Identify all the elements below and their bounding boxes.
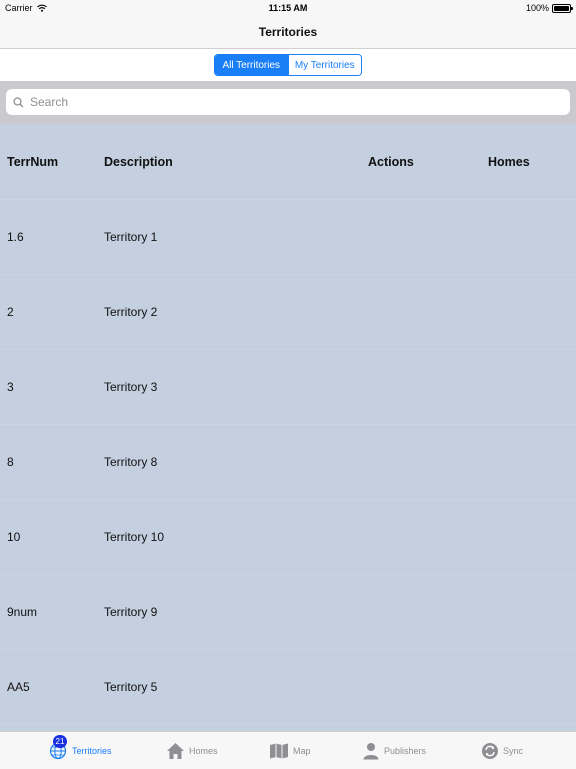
territories-badge: 21 (53, 734, 67, 748)
tab-label: Homes (189, 745, 218, 756)
navigation-bar: Territories (0, 16, 576, 49)
segment-my-territories[interactable]: My Territories (287, 55, 361, 75)
tab-map[interactable]: Map (269, 732, 311, 769)
description-cell: Territory 9 (104, 604, 158, 619)
clock: 11:15 AM (268, 3, 308, 13)
table-header-row: TerrNum Description Actions Homes (0, 124, 576, 200)
tab-bar: 21 Territories Homes Map Publishers Sync (0, 731, 576, 769)
segment-all-territories[interactable]: All Territories (215, 55, 288, 75)
terrnum-cell: 1.6 (7, 229, 24, 244)
search-icon (13, 96, 24, 107)
terrnum-cell: 3 (7, 379, 14, 394)
table-row[interactable]: 9num Territory 9 (0, 574, 576, 650)
terrnum-cell: 9num (7, 604, 38, 619)
territory-filter-segmented-control: All Territories My Territories (214, 54, 362, 76)
table-row[interactable]: 3 Territory 3 (0, 349, 576, 425)
sync-icon (482, 742, 498, 759)
tab-territories[interactable]: 21 Territories (48, 732, 112, 769)
tab-sync[interactable]: Sync (481, 732, 523, 769)
table-row[interactable]: 1.6 Territory 1 (0, 199, 576, 275)
globe-icon-wrap: 21 (48, 734, 68, 761)
description-cell: Territory 3 (104, 379, 158, 394)
tab-label: Publishers (384, 745, 427, 756)
description-cell: Territory 8 (104, 454, 158, 469)
description-cell: Territory 1 (104, 229, 158, 244)
house-icon (167, 742, 184, 759)
battery-group: 100% (525, 3, 573, 13)
tab-label: Sync (503, 745, 524, 756)
header-homes[interactable]: Homes (488, 124, 530, 199)
table-row[interactable]: AA5 Territory 5 (0, 649, 576, 725)
description-cell: Territory 5 (104, 679, 158, 694)
battery-percent: 100% (525, 3, 549, 13)
search-bar (0, 81, 576, 124)
terrnum-cell: 8 (7, 454, 14, 469)
page-title: Territories (258, 25, 318, 39)
header-description[interactable]: Description (104, 124, 173, 199)
description-cell: Territory 2 (104, 304, 158, 319)
person-icon (363, 742, 379, 759)
tab-homes[interactable]: Homes (166, 732, 218, 769)
description-cell: Territory 10 (104, 529, 165, 544)
tab-publishers[interactable]: Publishers (362, 732, 426, 769)
battery-icon (552, 3, 573, 13)
header-terrnum[interactable]: TerrNum (7, 124, 58, 199)
terrnum-cell: 2 (7, 304, 14, 319)
search-input[interactable] (28, 94, 552, 110)
header-actions[interactable]: Actions (368, 124, 414, 199)
terrnum-cell: 10 (7, 529, 21, 544)
terrnum-cell: AA5 (7, 679, 30, 694)
table-row[interactable]: 2 Territory 2 (0, 274, 576, 350)
status-bar: Carrier 11:15 AM 100% (0, 0, 576, 16)
table-row[interactable]: 8 Territory 8 (0, 424, 576, 500)
map-icon (270, 743, 288, 758)
table-row[interactable]: 10 Territory 10 (0, 499, 576, 575)
tab-label: Territories (72, 745, 112, 756)
tab-label: Map (293, 745, 311, 756)
search-box[interactable] (6, 89, 570, 115)
territories-table: TerrNum Description Actions Homes 1.6 Te… (0, 124, 576, 731)
segment-area: All Territories My Territories (0, 49, 576, 81)
